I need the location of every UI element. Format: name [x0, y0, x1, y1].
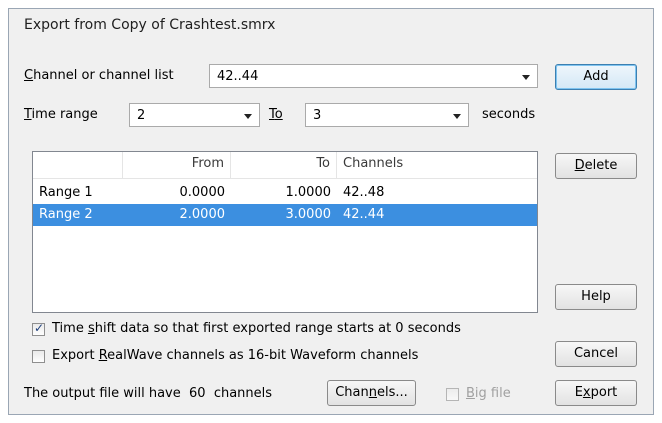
row-channels: 42..44	[343, 207, 385, 222]
export-button[interactable]: Export	[555, 380, 637, 406]
big-file-checkbox[interactable]	[446, 388, 459, 401]
row-channels: 42..48	[343, 185, 385, 200]
add-button[interactable]: Add	[555, 64, 637, 90]
time-to-value: 3	[313, 108, 322, 123]
row-from: 2.0000	[179, 207, 226, 222]
time-shift-checkbox[interactable]: ✓	[32, 321, 45, 336]
title-bar: Export from Copy of Crashtest.smrx	[9, 9, 653, 41]
realwave-label: Export RealWave channels as 16-bit Wavef…	[52, 348, 419, 363]
channel-count: 60	[189, 386, 206, 401]
row-from: 0.0000	[179, 185, 226, 200]
time-to-label: To	[269, 107, 283, 122]
channel-list-value: 42..44	[217, 69, 259, 84]
row-name: Range 1	[39, 185, 93, 200]
channel-list-label: Channel or channel list	[24, 68, 174, 83]
output-summary: The output file will have 60 channels	[24, 386, 273, 401]
chevron-down-icon[interactable]	[453, 114, 461, 119]
cancel-button[interactable]: Cancel	[555, 341, 637, 367]
delete-button[interactable]: Delete	[555, 153, 637, 179]
row-name: Range 2	[39, 207, 93, 222]
range-list-header: From To Channels	[33, 152, 537, 179]
channels-button[interactable]: Channels...	[327, 380, 416, 406]
time-range-label: Time range	[24, 107, 98, 122]
header-channels[interactable]: Channels	[337, 152, 537, 178]
chevron-down-icon[interactable]	[522, 75, 530, 80]
chevron-down-icon[interactable]	[244, 114, 252, 119]
header-from[interactable]: From	[123, 152, 231, 178]
channel-list-combobox[interactable]: 42..44	[209, 64, 538, 88]
row-to: 3.0000	[285, 207, 332, 222]
realwave-checkbox[interactable]	[32, 350, 45, 363]
time-from-combobox[interactable]: 2	[129, 103, 260, 127]
help-button[interactable]: Help	[555, 284, 637, 310]
table-row-selected[interactable]: Range 2 2.0000 3.0000 42..44	[33, 204, 537, 226]
time-to-combobox[interactable]: 3	[305, 103, 469, 127]
range-list[interactable]: From To Channels Range 1 0.0000 1.0000 4…	[32, 151, 538, 313]
checkmark-icon: ✓	[34, 321, 45, 335]
table-row[interactable]: Range 1 0.0000 1.0000 42..48	[33, 182, 537, 204]
window-title: Export from Copy of Crashtest.smrx	[24, 17, 276, 33]
time-from-value: 2	[137, 108, 146, 123]
header-to[interactable]: To	[231, 152, 337, 178]
header-name[interactable]	[33, 152, 123, 178]
row-to: 1.0000	[285, 185, 332, 200]
time-shift-label: Time shift data so that first exported r…	[52, 321, 461, 336]
export-dialog: Export from Copy of Crashtest.smrx Chann…	[8, 8, 654, 415]
big-file-label: Big file	[466, 386, 511, 401]
seconds-unit-label: seconds	[482, 107, 536, 122]
